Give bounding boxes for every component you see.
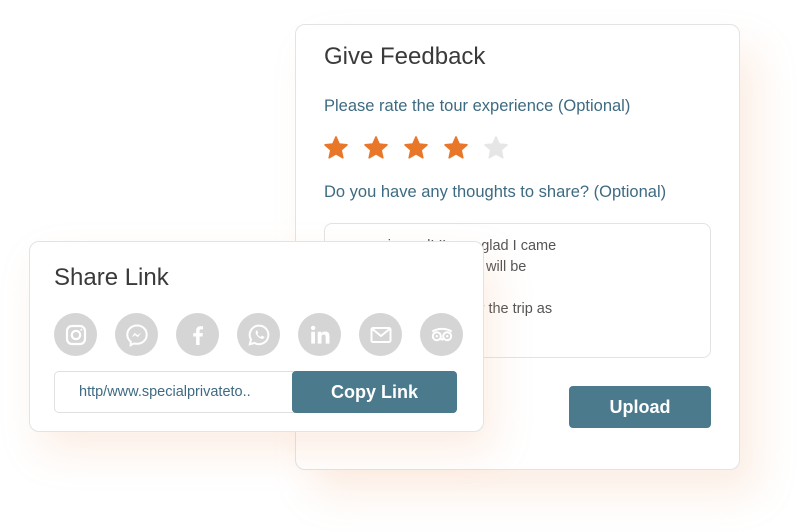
rate-question: Please rate the tour experience (Optiona… xyxy=(324,97,631,115)
star-icon[interactable] xyxy=(443,135,469,161)
copy-link-button[interactable]: Copy Link xyxy=(292,371,457,413)
tripadvisor-icon[interactable] xyxy=(420,313,463,356)
facebook-icon[interactable] xyxy=(176,313,219,356)
feedback-title: Give Feedback xyxy=(324,43,486,70)
share-link-row: Copy Link xyxy=(54,371,457,413)
share-title: Share Link xyxy=(54,264,169,291)
star-icon[interactable] xyxy=(483,135,509,161)
star-icon[interactable] xyxy=(323,135,349,161)
whatsapp-icon[interactable] xyxy=(237,313,280,356)
share-link-input[interactable] xyxy=(55,372,292,412)
social-icons xyxy=(54,313,463,356)
star-rating[interactable] xyxy=(323,135,509,161)
linkedin-icon[interactable] xyxy=(298,313,341,356)
share-link-card: Share Link Copy Link xyxy=(29,241,484,432)
star-icon[interactable] xyxy=(403,135,429,161)
star-icon[interactable] xyxy=(363,135,389,161)
messenger-icon[interactable] xyxy=(115,313,158,356)
email-icon[interactable] xyxy=(359,313,402,356)
thoughts-question: Do you have any thoughts to share? (Opti… xyxy=(324,183,667,201)
upload-button[interactable]: Upload xyxy=(569,386,711,428)
instagram-icon[interactable] xyxy=(54,313,97,356)
